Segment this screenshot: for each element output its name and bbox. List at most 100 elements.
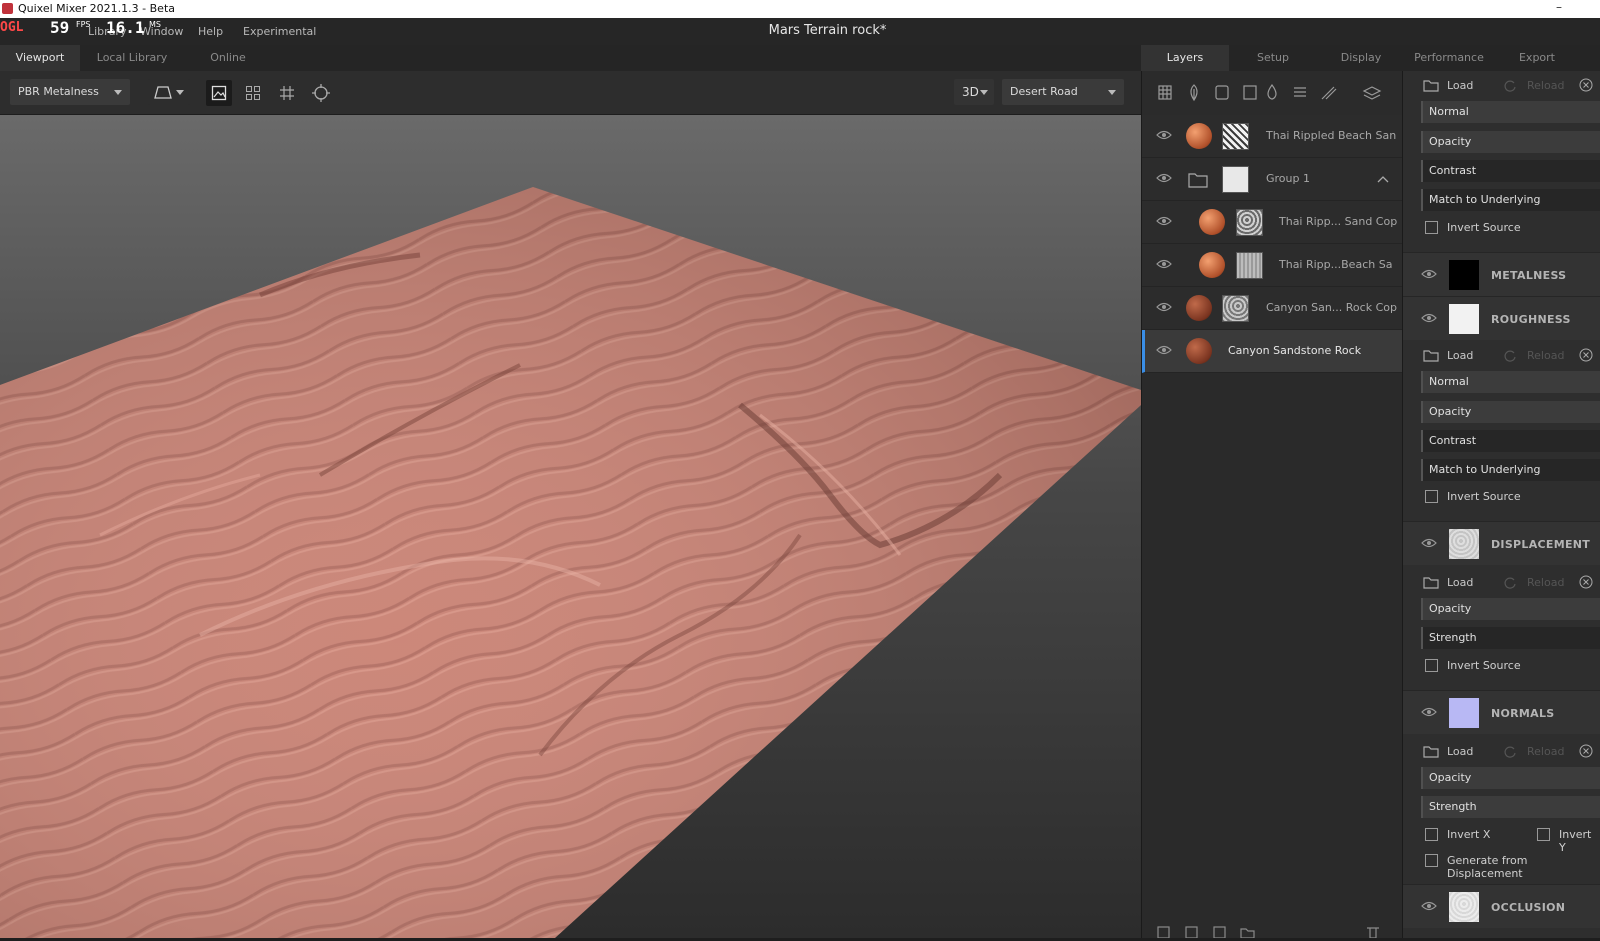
layer-name: Thai Rippled Beach San bbox=[1266, 129, 1397, 142]
eye-icon[interactable] bbox=[1156, 301, 1172, 313]
layer-item-selected[interactable]: Canyon Sandstone Rock bbox=[1142, 330, 1403, 373]
grid-toggle-button[interactable] bbox=[274, 80, 300, 106]
load-button[interactable]: Load bbox=[1447, 745, 1473, 758]
environment-value: Desert Road bbox=[1010, 85, 1078, 98]
eye-icon[interactable] bbox=[1156, 129, 1172, 141]
tab-online[interactable]: Online bbox=[180, 45, 276, 71]
fps-label: FPS bbox=[76, 20, 91, 29]
camera-mode-dropdown[interactable] bbox=[148, 79, 190, 105]
invert-x-checkbox[interactable] bbox=[1425, 828, 1438, 841]
render-view-button[interactable] bbox=[206, 80, 232, 106]
layer-name: Canyon Sandstone Rock bbox=[1228, 344, 1362, 357]
eye-icon[interactable] bbox=[1156, 344, 1172, 356]
fps-value: 59 bbox=[50, 18, 70, 37]
displacement-swatch[interactable] bbox=[1449, 529, 1479, 559]
blend-mode-select[interactable]: Normal bbox=[1421, 371, 1600, 393]
mask-thumbnail[interactable] bbox=[1236, 252, 1263, 279]
load-button[interactable]: Load bbox=[1447, 576, 1473, 589]
layer-item[interactable]: Canyon San... Rock Cop bbox=[1142, 287, 1403, 330]
roughness-swatch[interactable] bbox=[1449, 304, 1479, 334]
tab-display[interactable]: Display bbox=[1317, 45, 1405, 71]
invert-y-checkbox[interactable] bbox=[1537, 828, 1550, 841]
menu-window[interactable]: Window bbox=[140, 25, 183, 38]
normals-swatch[interactable] bbox=[1449, 698, 1479, 728]
match-underlying-slider[interactable]: Match to Underlying bbox=[1421, 459, 1600, 481]
generate-from-displacement-checkbox[interactable] bbox=[1425, 854, 1438, 867]
invert-source-checkbox[interactable] bbox=[1425, 221, 1438, 234]
menu-help[interactable]: Help bbox=[198, 25, 223, 38]
contrast-slider[interactable]: Contrast bbox=[1421, 430, 1600, 452]
opacity-slider[interactable]: Opacity bbox=[1421, 401, 1600, 423]
menu-experimental[interactable]: Experimental bbox=[243, 25, 316, 38]
eye-icon[interactable] bbox=[1421, 537, 1437, 549]
tab-viewport[interactable]: Viewport bbox=[0, 45, 80, 71]
close-icon[interactable] bbox=[1579, 348, 1593, 362]
load-button[interactable]: Load bbox=[1447, 79, 1473, 92]
metalness-swatch[interactable] bbox=[1449, 260, 1479, 290]
frametime-label: MS bbox=[149, 20, 161, 29]
load-button[interactable]: Load bbox=[1447, 349, 1473, 362]
blend-mode-select[interactable]: Normal bbox=[1421, 101, 1600, 123]
close-icon[interactable] bbox=[1579, 78, 1593, 92]
layer-group[interactable]: Group 1 bbox=[1142, 158, 1403, 201]
layer-item[interactable]: Thai Ripp...Beach Sa bbox=[1142, 244, 1403, 287]
folder-icon[interactable] bbox=[1423, 745, 1439, 758]
crosshair-icon bbox=[312, 84, 330, 102]
occlusion-section[interactable]: OCCLUSION bbox=[1403, 884, 1600, 928]
tab-export[interactable]: Export bbox=[1493, 45, 1581, 71]
tab-performance[interactable]: Performance bbox=[1405, 45, 1493, 71]
reload-icon bbox=[1504, 350, 1516, 362]
occlusion-swatch[interactable] bbox=[1449, 892, 1479, 922]
layer-item[interactable]: Thai Ripp... Sand Cop bbox=[1142, 201, 1403, 244]
focus-button[interactable] bbox=[308, 80, 334, 106]
match-underlying-slider[interactable]: Match to Underlying bbox=[1421, 189, 1600, 211]
mask-thumbnail[interactable] bbox=[1236, 209, 1263, 236]
mask-thumbnail[interactable] bbox=[1222, 295, 1249, 322]
tab-local-library[interactable]: Local Library bbox=[84, 45, 180, 71]
view-mode-value: 3D bbox=[962, 85, 979, 99]
material-ball-icon bbox=[1199, 252, 1225, 278]
quad-view-button[interactable] bbox=[240, 80, 266, 106]
eye-icon[interactable] bbox=[1421, 706, 1437, 718]
viewport-3d[interactable] bbox=[0, 115, 1141, 938]
chevron-up-icon[interactable] bbox=[1377, 175, 1389, 183]
section-title: METALNESS bbox=[1491, 269, 1567, 282]
displacement-section[interactable]: DISPLACEMENT bbox=[1403, 521, 1600, 565]
layer-action-icons[interactable] bbox=[1142, 924, 1403, 939]
ogl-indicator: OGL bbox=[0, 20, 24, 35]
contrast-slider[interactable]: Contrast bbox=[1421, 160, 1600, 182]
mask-thumbnail[interactable] bbox=[1222, 166, 1249, 193]
environment-dropdown[interactable]: Desert Road bbox=[1002, 79, 1124, 105]
minimize-button[interactable]: – bbox=[1556, 0, 1562, 14]
strength-slider[interactable]: Strength bbox=[1421, 796, 1600, 818]
shading-mode-dropdown[interactable]: PBR Metalness bbox=[10, 79, 130, 105]
strength-slider[interactable]: Strength bbox=[1421, 627, 1600, 649]
eye-icon[interactable] bbox=[1421, 268, 1437, 280]
folder-icon[interactable] bbox=[1423, 79, 1439, 92]
eye-icon[interactable] bbox=[1156, 258, 1172, 270]
eye-icon[interactable] bbox=[1156, 172, 1172, 184]
metalness-section[interactable]: METALNESS bbox=[1403, 252, 1600, 296]
close-icon[interactable] bbox=[1579, 575, 1593, 589]
roughness-section[interactable]: ROUGHNESS bbox=[1403, 296, 1600, 340]
opacity-slider[interactable]: Opacity bbox=[1421, 767, 1600, 789]
normals-section[interactable]: NORMALS bbox=[1403, 690, 1600, 734]
eye-icon[interactable] bbox=[1156, 215, 1172, 227]
view-mode-dropdown[interactable]: 3D bbox=[954, 79, 994, 105]
folder-icon[interactable] bbox=[1423, 349, 1439, 362]
opacity-slider[interactable]: Opacity bbox=[1421, 598, 1600, 620]
layer-item[interactable]: Thai Rippled Beach San bbox=[1142, 115, 1403, 158]
window-titlebar: Quixel Mixer 2021.1.3 - Beta – bbox=[0, 0, 1600, 18]
folder-icon[interactable] bbox=[1423, 576, 1439, 589]
viewport-tabs: Viewport Local Library Online bbox=[0, 45, 1141, 71]
invert-source-checkbox[interactable] bbox=[1425, 659, 1438, 672]
opacity-slider[interactable]: Opacity bbox=[1421, 131, 1600, 153]
mask-thumbnail[interactable] bbox=[1222, 123, 1249, 150]
tab-layers[interactable]: Layers bbox=[1141, 45, 1229, 71]
tab-setup[interactable]: Setup bbox=[1229, 45, 1317, 71]
eye-icon[interactable] bbox=[1421, 900, 1437, 912]
invert-source-label: Invert Source bbox=[1447, 221, 1521, 234]
eye-icon[interactable] bbox=[1421, 312, 1437, 324]
close-icon[interactable] bbox=[1579, 744, 1593, 758]
invert-source-checkbox[interactable] bbox=[1425, 490, 1438, 503]
